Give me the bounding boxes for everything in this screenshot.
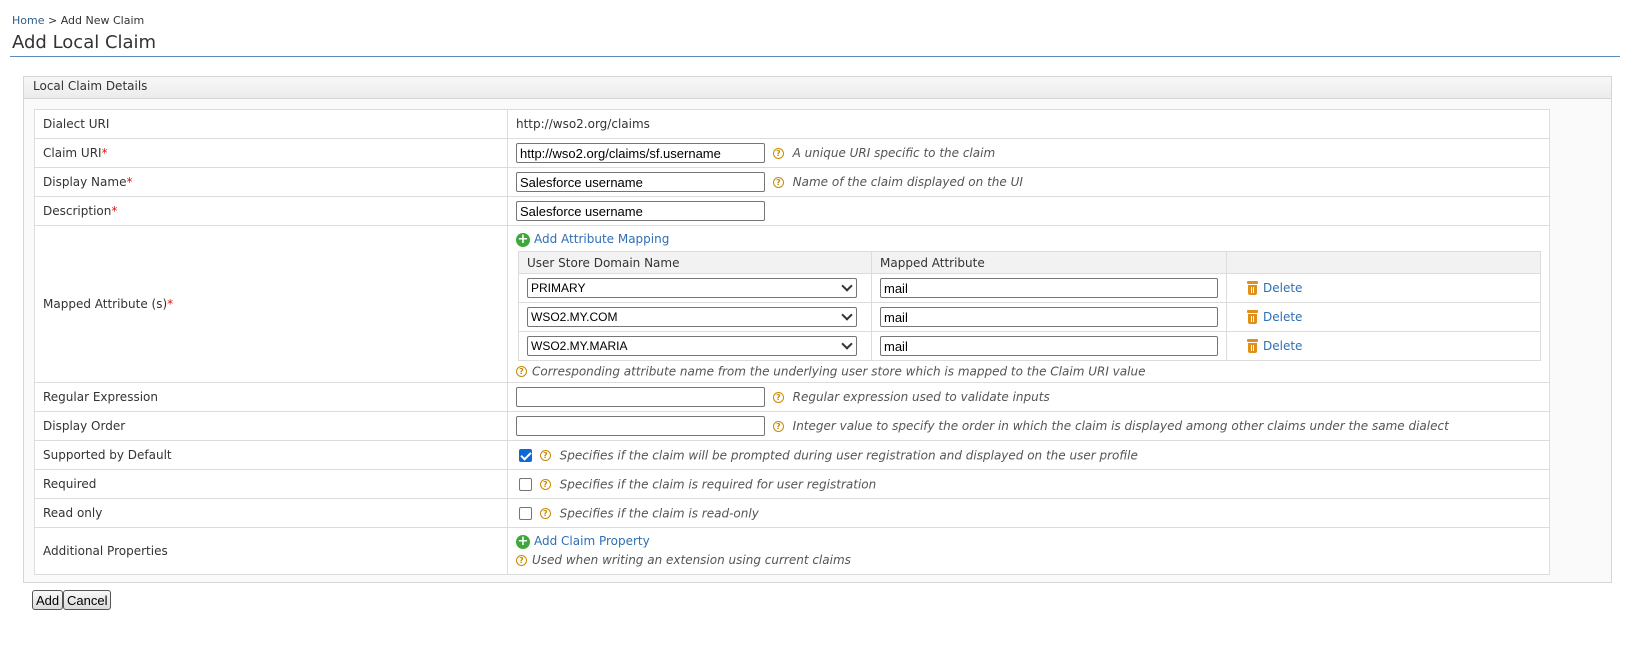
- display-name-input[interactable]: [516, 172, 765, 192]
- row-mapped-attributes: Mapped Attribute (s)* + Add Attribute Map…: [34, 225, 1550, 383]
- required-marker: *: [101, 146, 108, 160]
- help-icon: ?: [539, 449, 551, 461]
- trash-icon: [1247, 339, 1258, 354]
- row-supported-by-default: Supported by Default ? Specifies if the …: [34, 440, 1550, 470]
- mapped-attribute-input[interactable]: [880, 336, 1218, 356]
- breadcrumb-home-link[interactable]: Home: [12, 14, 44, 27]
- regex-hint: Regular expression used to validate inpu…: [792, 390, 1050, 404]
- add-claim-property-link[interactable]: + Add Claim Property: [516, 533, 650, 549]
- display-name-label: Display Name*: [34, 167, 508, 197]
- table-row: WSO2.MY.COM Delete: [518, 302, 1541, 332]
- attribute-mapping-table: User Store Domain Name Mapped Attribute …: [518, 251, 1541, 361]
- row-dialect-uri: Dialect URI http://wso2.org/claims: [34, 109, 1550, 139]
- required-marker: *: [111, 204, 118, 218]
- plus-circle-icon: +: [516, 533, 530, 549]
- panel-header: Local Claim Details: [24, 77, 1611, 99]
- trash-icon: [1247, 310, 1258, 325]
- mapped-attributes-label: Mapped Attribute (s)*: [34, 225, 508, 383]
- trash-icon: [1247, 281, 1258, 296]
- title-divider: [10, 56, 1620, 57]
- add-attribute-mapping-link[interactable]: + Add Attribute Mapping: [516, 231, 669, 247]
- required-marker: *: [167, 297, 174, 311]
- table-row: PRIMARY Delete: [518, 273, 1541, 303]
- display-order-label: Display Order: [34, 411, 508, 441]
- delete-mapping-button[interactable]: Delete: [1247, 281, 1302, 296]
- user-store-domain-select[interactable]: WSO2.MY.MARIA: [527, 336, 857, 356]
- description-label: Description*: [34, 196, 508, 226]
- delete-mapping-button[interactable]: Delete: [1247, 339, 1302, 354]
- table-row: WSO2.MY.MARIA Delete: [518, 331, 1541, 361]
- user-store-domain-select[interactable]: WSO2.MY.COM: [527, 307, 857, 327]
- read-only-hint: Specifies if the claim is read-only: [559, 506, 759, 521]
- help-icon: ?: [772, 176, 784, 188]
- read-only-label: Read only: [34, 498, 508, 528]
- mapped-attributes-hint: Corresponding attribute name from the un…: [532, 364, 1146, 379]
- add-button[interactable]: Add: [32, 590, 64, 610]
- required-checkbox[interactable]: [519, 477, 532, 491]
- breadcrumb-current: Add New Claim: [60, 14, 145, 27]
- supported-hint: Specifies if the claim will be prompted …: [559, 448, 1138, 463]
- mapped-attribute-input[interactable]: [880, 278, 1218, 298]
- help-icon: ?: [772, 420, 784, 432]
- claim-uri-label: Claim URI*: [34, 138, 508, 168]
- help-icon: ?: [516, 555, 527, 566]
- chevron-down-icon: [841, 309, 853, 321]
- regex-label: Regular Expression: [34, 382, 508, 412]
- dialect-uri-label: Dialect URI: [34, 109, 508, 139]
- help-icon: ?: [539, 507, 551, 519]
- row-description: Description*: [34, 196, 1550, 226]
- additional-properties-hint: Used when writing an extension using cur…: [532, 553, 851, 567]
- supported-label: Supported by Default: [34, 440, 508, 470]
- chevron-down-icon: [841, 280, 853, 292]
- col-mapped-attribute: Mapped Attribute: [871, 251, 1227, 274]
- row-claim-uri: Claim URI* ? A unique URI specific to th…: [34, 138, 1550, 168]
- display-name-hint: Name of the claim displayed on the UI: [792, 175, 1023, 189]
- required-label: Required: [34, 469, 508, 499]
- row-display-order: Display Order ? Integer value to specify…: [34, 411, 1550, 441]
- breadcrumb-separator: >: [44, 14, 61, 27]
- read-only-checkbox[interactable]: [519, 506, 532, 520]
- regex-input[interactable]: [516, 387, 765, 407]
- required-marker: *: [126, 175, 133, 189]
- row-read-only: Read only ? Specifies if the claim is re…: [34, 498, 1550, 528]
- claim-uri-input[interactable]: [516, 143, 765, 163]
- breadcrumb: Home > Add New Claim: [12, 14, 144, 27]
- help-icon: ?: [772, 147, 784, 159]
- row-required: Required ? Specifies if the claim is req…: [34, 469, 1550, 499]
- claim-form-table: Dialect URI http://wso2.org/claims Claim…: [34, 109, 1550, 575]
- supported-by-default-checkbox[interactable]: [519, 448, 532, 462]
- delete-mapping-button[interactable]: Delete: [1247, 310, 1302, 325]
- display-order-input[interactable]: [516, 416, 765, 436]
- col-user-store-domain: User Store Domain Name: [518, 251, 872, 274]
- help-icon: ?: [772, 391, 784, 403]
- row-display-name: Display Name* ? Name of the claim displa…: [34, 167, 1550, 197]
- col-actions: [1226, 251, 1541, 274]
- help-icon: ?: [516, 366, 527, 377]
- display-order-hint: Integer value to specify the order in wh…: [792, 419, 1449, 433]
- plus-circle-icon: +: [516, 231, 530, 247]
- required-hint: Specifies if the claim is required for u…: [559, 477, 877, 492]
- description-input[interactable]: [516, 201, 765, 221]
- mapped-attribute-input[interactable]: [880, 307, 1218, 327]
- local-claim-details-panel: Local Claim Details Dialect URI http://w…: [23, 76, 1612, 583]
- dialect-uri-value: http://wso2.org/claims: [507, 109, 1550, 139]
- cancel-button[interactable]: Cancel: [63, 590, 112, 610]
- row-regular-expression: Regular Expression ? Regular expression …: [34, 382, 1550, 412]
- help-icon: ?: [539, 478, 551, 490]
- user-store-domain-select[interactable]: PRIMARY: [527, 278, 857, 298]
- chevron-down-icon: [841, 338, 853, 350]
- row-additional-properties: Additional Properties + Add Claim Propert…: [34, 527, 1550, 575]
- additional-properties-label: Additional Properties: [34, 527, 508, 575]
- claim-uri-hint: A unique URI specific to the claim: [792, 146, 996, 160]
- page-title: Add Local Claim: [12, 32, 157, 53]
